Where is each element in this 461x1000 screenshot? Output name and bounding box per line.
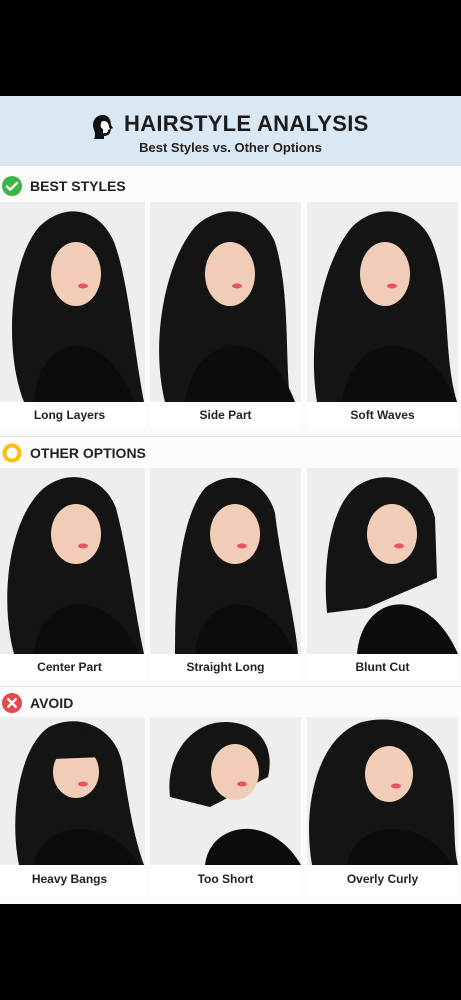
portrait-photo [150,468,301,654]
section-avoid: AVOID Heavy Bangs Too Short Overly Curly [0,688,461,898]
portrait-photo [150,202,301,402]
portrait-photo [307,468,458,654]
style-card-straight-long[interactable]: Straight Long [150,468,301,680]
style-caption: Long Layers [33,408,106,422]
header-banner: HAIRSTYLE ANALYSIS Best Styles vs. Other… [0,96,461,166]
section-label: AVOID [30,695,74,711]
red-x-icon [2,693,22,713]
section-best-styles: BEST STYLES Long Layers Side Part Soft W… [0,171,461,433]
style-card-overly-curly[interactable]: Overly Curly [307,717,458,897]
style-card-too-short[interactable]: Too Short [150,717,301,897]
section-header: BEST STYLES [0,171,461,201]
style-card-heavy-bangs[interactable]: Heavy Bangs [0,717,145,897]
portrait-photo [0,468,145,654]
yellow-circle-icon [2,443,22,463]
head-silhouette-icon [93,115,113,139]
green-check-icon [2,176,22,196]
page-title: HAIRSTYLE ANALYSIS [124,111,369,136]
style-caption: Side Part [199,408,252,422]
portrait-photo [307,717,458,865]
portrait-photo [307,202,458,402]
style-caption: Straight Long [186,660,265,674]
style-card-soft-waves[interactable]: Soft Waves [307,202,458,428]
portrait-photo [0,717,145,865]
style-caption: Center Part [37,660,102,674]
portrait-photo [0,202,145,402]
style-caption: Heavy Bangs [31,872,108,886]
style-card-center-part[interactable]: Center Part [0,468,145,680]
section-divider [0,436,461,437]
section-label: BEST STYLES [30,178,126,194]
portrait-photo [150,717,301,865]
analysis-sheet: HAIRSTYLE ANALYSIS Best Styles vs. Other… [0,96,461,904]
style-card-side-part[interactable]: Side Part [150,202,301,428]
style-caption: Overly Curly [346,872,419,886]
section-other-options: OTHER OPTIONS Center Part Straight Long … [0,438,461,683]
style-card-blunt-cut[interactable]: Blunt Cut [307,468,458,680]
section-divider [0,686,461,687]
style-caption: Blunt Cut [355,660,410,674]
section-header: AVOID [0,688,461,718]
page-subtitle: Best Styles vs. Other Options [139,140,322,155]
section-label: OTHER OPTIONS [30,445,146,461]
style-caption: Too Short [197,872,254,886]
style-card-long-layers[interactable]: Long Layers [0,202,145,428]
section-header: OTHER OPTIONS [0,438,461,468]
style-caption: Soft Waves [350,408,415,422]
